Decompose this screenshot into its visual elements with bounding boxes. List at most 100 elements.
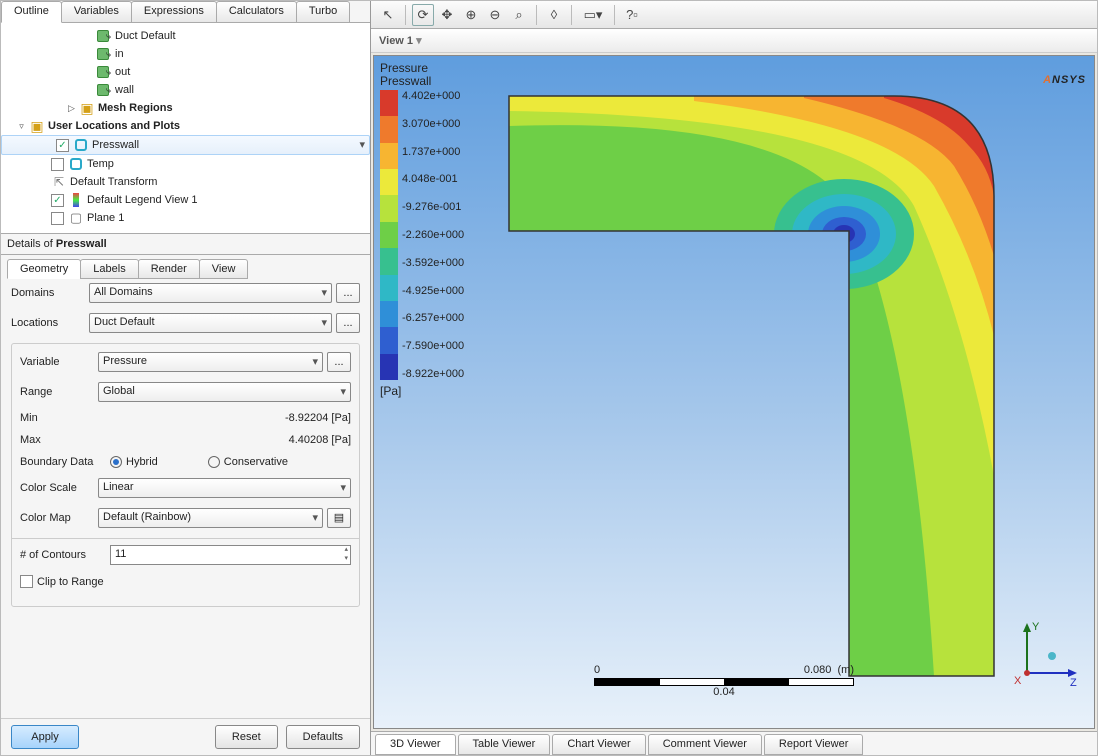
boundary-label: Boundary Data [20,456,110,468]
contours-input[interactable]: 11 [110,545,351,565]
scale-right: 0.080 [804,664,832,676]
scale-0: 0 [594,664,600,676]
domains-label: Domains [11,287,89,299]
zoom-in-icon[interactable]: ⊕ [460,4,482,26]
domains-select[interactable]: All Domains [89,283,332,303]
locations-select[interactable]: Duct Default [89,313,332,333]
btab-report[interactable]: Report Viewer [764,734,864,755]
tree-item[interactable]: ⤷Duct Default [1,27,370,45]
svg-text:Y: Y [1032,621,1040,633]
radio-conservative[interactable] [208,456,220,468]
details-title-name: Presswall [56,238,107,250]
transform-icon [51,174,67,190]
details-form: Domains All Domains ... Locations Duct D… [1,279,370,718]
tree-item-label: Default Legend View 1 [87,194,198,206]
right-panel: ↖ ⟳ ✥ ⊕ ⊖ ⌕ ◊ ▭▾ ?▫ View 1 ANSYS Pressur… [371,1,1097,755]
tab-turbo[interactable]: Turbo [296,1,350,22]
visibility-checkbox[interactable] [51,194,64,207]
tab-calculators[interactable]: Calculators [216,1,297,22]
contour-icon [73,137,89,153]
variable-select[interactable]: Pressure [98,352,323,372]
tree-item[interactable]: ▿User Locations and Plots [1,117,370,135]
max-value: 4.40208 [Pa] [289,434,351,446]
reset-button[interactable]: Reset [215,725,278,749]
visibility-checkbox[interactable] [51,212,64,225]
region-icon: ⤷ [96,64,112,80]
zoom-out-icon[interactable]: ⊖ [484,4,506,26]
region-icon: ⤷ [96,28,112,44]
tree-item[interactable]: ⤷wall [1,81,370,99]
range-select[interactable]: Global [98,382,351,402]
btab-3dviewer[interactable]: 3D Viewer [375,734,456,755]
dtab-view[interactable]: View [199,259,249,279]
colorscale-select[interactable]: Linear [98,478,351,498]
clip-label: Clip to Range [37,576,104,588]
tab-expressions[interactable]: Expressions [131,1,217,22]
shade-icon[interactable]: ▭▾ [578,4,608,26]
radio-hybrid-label: Hybrid [126,456,158,468]
expander-icon[interactable]: ▷ [66,103,77,114]
tree-item-label: Presswall [92,139,139,151]
view-label[interactable]: View 1 [379,34,422,47]
pan-icon[interactable]: ✥ [436,4,458,26]
dtab-labels[interactable]: Labels [80,259,138,279]
details-header: Details of Presswall [1,233,370,255]
colormap-select[interactable]: Default (Rainbow) [98,508,323,528]
fit-icon[interactable]: ◊ [543,4,565,26]
clip-checkbox[interactable] [20,575,33,588]
expander-icon[interactable]: ▿ [16,121,27,132]
max-label: Max [20,434,98,446]
tree-item-label: in [115,48,124,60]
domains-browse-button[interactable]: ... [336,283,360,303]
colorscale-label: Color Scale [20,482,98,494]
tree-item[interactable]: Default Legend View 1 [1,191,370,209]
tab-variables[interactable]: Variables [61,1,132,22]
tree-item[interactable]: Temp [1,155,370,173]
tree-item-label: Default Transform [70,176,157,188]
rotate-icon[interactable]: ⟳ [412,4,434,26]
locations-browse-button[interactable]: ... [336,313,360,333]
svg-text:Z: Z [1070,677,1077,688]
tree-item-label: out [115,66,130,78]
visibility-checkbox[interactable] [56,139,69,152]
dtab-render[interactable]: Render [138,259,200,279]
legend-icon [68,192,84,208]
btab-comment[interactable]: Comment Viewer [648,734,762,755]
tree-item[interactable]: Plane 1 [1,209,370,227]
apply-button[interactable]: Apply [11,725,79,749]
btab-table[interactable]: Table Viewer [458,734,551,755]
visibility-checkbox[interactable] [51,158,64,171]
scale-mid: 0.04 [594,686,854,698]
zoom-box-icon[interactable]: ⌕ [508,4,530,26]
region-icon: ⤷ [96,46,112,62]
tree-item[interactable]: ⤷in [1,45,370,63]
radio-hybrid[interactable] [110,456,122,468]
tree-item[interactable]: Presswall [1,135,370,155]
defaults-button[interactable]: Defaults [286,725,360,749]
tab-outline[interactable]: Outline [1,1,62,23]
variable-browse-button[interactable]: ... [327,352,351,372]
button-bar: Apply Reset Defaults [1,718,370,755]
min-label: Min [20,412,98,424]
viewport[interactable]: ANSYS Pressure Presswall 4.402e+0003.070… [373,55,1095,729]
region-icon: ⤷ [96,82,112,98]
colormap-edit-button[interactable]: ▤ [327,508,351,528]
dtab-geometry[interactable]: Geometry [7,259,81,279]
contour-plot [374,56,1094,696]
pick-icon[interactable]: ↖ [377,4,399,26]
tree-item-label: Temp [87,158,114,170]
variable-label: Variable [20,356,98,368]
detail-tabs: Geometry Labels Render View [1,255,370,279]
radio-conservative-label: Conservative [224,456,288,468]
tree-item[interactable]: ▷Mesh Regions [1,99,370,117]
tree-item[interactable]: Default Transform [1,173,370,191]
contour-icon [68,156,84,172]
folder-icon [29,118,45,134]
btab-chart[interactable]: Chart Viewer [552,734,645,755]
tree-item-label: Plane 1 [87,212,124,224]
tree-item[interactable]: ⤷out [1,63,370,81]
outline-tree[interactable]: ⤷Duct Default⤷in⤷out⤷wall▷Mesh Regions▿U… [1,23,370,233]
help-icon[interactable]: ?▫ [621,4,643,26]
left-panel: Outline Variables Expressions Calculator… [1,1,371,755]
axis-triad: Y Z X [1012,618,1082,688]
